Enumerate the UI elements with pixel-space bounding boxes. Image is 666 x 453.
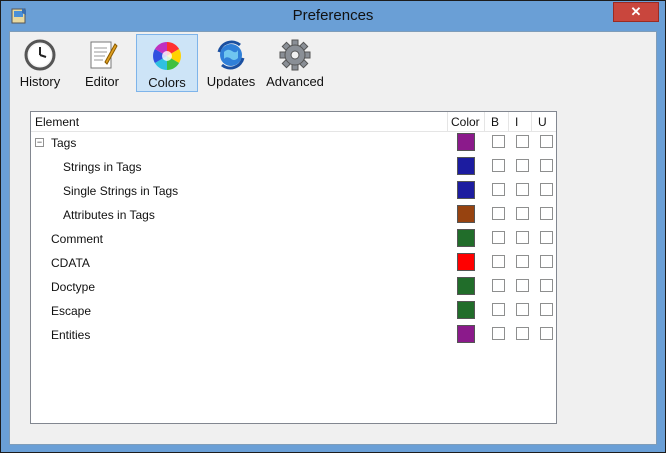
element-name: CDATA [51, 256, 90, 270]
underline-checkbox[interactable] [540, 231, 553, 244]
window-title: Preferences [292, 7, 374, 24]
globe-update-icon [217, 40, 245, 70]
collapse-toggle-icon[interactable]: − [35, 138, 44, 147]
italic-checkbox[interactable] [516, 207, 529, 220]
color-swatch[interactable] [457, 133, 475, 151]
underline-checkbox[interactable] [540, 303, 553, 316]
element-name: Attributes in Tags [63, 208, 155, 222]
bold-checkbox[interactable] [492, 207, 505, 220]
header-bold[interactable]: B [491, 115, 499, 129]
header-italic[interactable]: I [515, 115, 518, 129]
bold-checkbox[interactable] [492, 159, 505, 172]
clock-icon [24, 39, 56, 71]
tab-advanced[interactable]: Advanced [262, 34, 328, 92]
underline-checkbox[interactable] [540, 135, 553, 148]
element-name: Strings in Tags [63, 160, 142, 174]
italic-checkbox[interactable] [516, 279, 529, 292]
color-swatch[interactable] [457, 277, 475, 295]
column-separator[interactable] [531, 112, 532, 131]
gear-icon [279, 39, 311, 71]
bold-checkbox[interactable] [492, 279, 505, 292]
preferences-window: Preferences ✕ History Editor Colors Upda… [0, 0, 666, 453]
underline-checkbox[interactable] [540, 327, 553, 340]
color-swatch[interactable] [457, 181, 475, 199]
color-wheel-icon [153, 42, 181, 70]
table-row[interactable]: Strings in Tags [31, 155, 556, 179]
table-row[interactable]: CDATA [31, 251, 556, 275]
close-icon: ✕ [630, 4, 642, 19]
tab-history[interactable]: History [12, 34, 68, 92]
bold-checkbox[interactable] [492, 183, 505, 196]
tab-colors[interactable]: Colors [136, 34, 198, 92]
element-name: Comment [51, 232, 104, 246]
table-row[interactable]: Escape [31, 299, 556, 323]
underline-checkbox[interactable] [540, 159, 553, 172]
element-name: Single Strings in Tags [63, 184, 179, 198]
bold-checkbox[interactable] [492, 231, 505, 244]
italic-checkbox[interactable] [516, 231, 529, 244]
list-header: Element Color B I U [31, 112, 556, 132]
header-underline[interactable]: U [538, 115, 547, 129]
column-separator[interactable] [484, 112, 485, 131]
bold-checkbox[interactable] [492, 327, 505, 340]
notepad-icon [90, 41, 118, 69]
underline-checkbox[interactable] [540, 255, 553, 268]
color-swatch[interactable] [457, 229, 475, 247]
element-name: Entities [51, 328, 91, 342]
tab-updates-label: Updates [206, 74, 256, 89]
element-name: Tags [51, 136, 77, 150]
table-row[interactable]: Attributes in Tags [31, 203, 556, 227]
table-row[interactable]: Comment [31, 227, 556, 251]
color-element-list[interactable]: Element Color B I U − Tags Strings in Tags… [30, 111, 557, 424]
color-swatch[interactable] [457, 253, 475, 271]
tab-advanced-label: Advanced [266, 74, 324, 89]
italic-checkbox[interactable] [516, 183, 529, 196]
table-row[interactable]: − Tags [31, 131, 556, 155]
tab-editor-label: Editor [85, 74, 119, 89]
color-swatch[interactable] [457, 157, 475, 175]
element-name: Escape [51, 304, 92, 318]
bold-checkbox[interactable] [492, 255, 505, 268]
column-separator[interactable] [508, 112, 509, 131]
italic-checkbox[interactable] [516, 303, 529, 316]
column-separator[interactable] [447, 112, 448, 131]
underline-checkbox[interactable] [540, 207, 553, 220]
italic-checkbox[interactable] [516, 159, 529, 172]
close-button[interactable]: ✕ [613, 2, 659, 22]
tab-editor[interactable]: Editor [74, 34, 130, 92]
color-swatch[interactable] [457, 301, 475, 319]
tab-updates[interactable]: Updates [203, 34, 259, 92]
italic-checkbox[interactable] [516, 327, 529, 340]
color-swatch[interactable] [457, 205, 475, 223]
tab-history-label: History [19, 74, 61, 89]
element-name: Doctype [51, 280, 96, 294]
italic-checkbox[interactable] [516, 255, 529, 268]
header-color[interactable]: Color [451, 115, 480, 129]
header-element[interactable]: Element [35, 115, 79, 129]
toolbar: History Editor Colors Updates Advanced [10, 32, 656, 96]
bold-checkbox[interactable] [492, 135, 505, 148]
tab-colors-label: Colors [148, 75, 186, 90]
underline-checkbox[interactable] [540, 279, 553, 292]
bold-checkbox[interactable] [492, 303, 505, 316]
table-row[interactable]: Single Strings in Tags [31, 179, 556, 203]
italic-checkbox[interactable] [516, 135, 529, 148]
color-swatch[interactable] [457, 325, 475, 343]
table-row[interactable]: Entities [31, 323, 556, 347]
client-area: History Editor Colors Updates Advanced E… [9, 31, 657, 445]
table-row[interactable]: Doctype [31, 275, 556, 299]
underline-checkbox[interactable] [540, 183, 553, 196]
title-bar[interactable]: Preferences ✕ [1, 1, 665, 31]
